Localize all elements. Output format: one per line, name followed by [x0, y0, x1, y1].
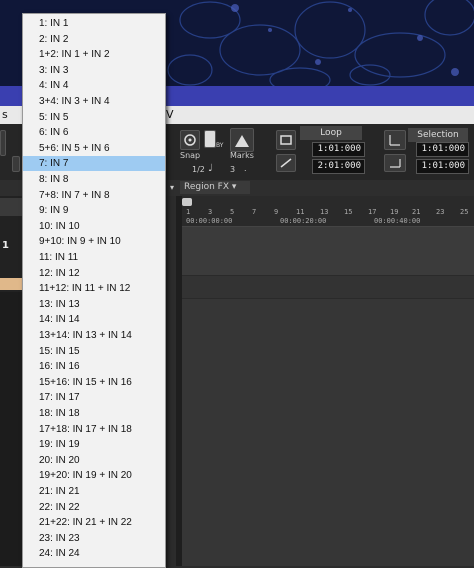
ruler-time-label: 00:00:20:00 [280, 217, 327, 225]
dropdown-option[interactable]: 16: IN 16 [23, 359, 165, 374]
note-icon: ♩ [208, 163, 213, 174]
chevron-down-icon[interactable]: ▾ [170, 183, 174, 192]
track-list-panel: 1 [0, 196, 24, 566]
dropdown-option[interactable]: 15: IN 15 [23, 344, 165, 359]
dropdown-option[interactable]: 13+14: IN 13 + IN 14 [23, 328, 165, 343]
ruler-bar-label: 25 [460, 208, 469, 216]
ruler-bar-label: 1 [186, 208, 191, 216]
marks-value[interactable]: 3 [230, 165, 235, 174]
marks-button[interactable] [230, 128, 254, 152]
dropdown-option[interactable]: 7: IN 7 [23, 156, 165, 172]
dropdown-option[interactable]: 10: IN 10 [23, 219, 165, 234]
selection-start-field[interactable]: 1:01:000 [416, 142, 469, 157]
ruler-bar-label: 9 [274, 208, 279, 216]
selection-title: Selection [408, 128, 468, 142]
dropdown-option[interactable]: 5+6: IN 5 + IN 6 [23, 141, 165, 156]
track-header-bar [0, 198, 24, 216]
toolbar-edge-button[interactable] [0, 130, 6, 156]
ruler-bar-label: 5 [230, 208, 235, 216]
ruler-bar-label: 17 [368, 208, 377, 216]
dropdown-option[interactable]: 11+12: IN 11 + IN 12 [23, 281, 165, 296]
dropdown-option[interactable]: 9: IN 9 [23, 203, 165, 218]
dropdown-option[interactable]: 1+2: IN 1 + IN 2 [23, 47, 165, 62]
ruler-bar-label: 13 [320, 208, 329, 216]
track-clips-area[interactable] [182, 227, 474, 566]
loop-toggle-button[interactable] [276, 130, 296, 150]
track-lane[interactable] [182, 276, 474, 299]
snap-label: Snap [180, 151, 201, 160]
ruler-bar-label: 11 [296, 208, 305, 216]
dropdown-option[interactable]: 15+16: IN 15 + IN 16 [23, 375, 165, 390]
timeline-ruler[interactable]: 1 3 5 7 9 11 13 15 17 19 21 23 25 00:00:… [182, 196, 474, 227]
dropdown-option[interactable]: 18: IN 18 [23, 406, 165, 421]
chevron-down-icon: ▾ [231, 182, 237, 192]
selection-start-icon [389, 135, 400, 146]
marks-label: Marks [230, 151, 254, 160]
dropdown-option[interactable]: 3: IN 3 [23, 63, 165, 78]
ruler-time-label: 00:00:00:00 [186, 217, 233, 225]
dropdown-option[interactable]: 6: IN 6 [23, 125, 165, 140]
dropdown-option[interactable]: 4: IN 4 [23, 78, 165, 93]
ruler-bar-label: 15 [344, 208, 353, 216]
dropdown-option[interactable]: 21: IN 21 [23, 484, 165, 499]
ruler-bar-label: 3 [208, 208, 213, 216]
dropdown-option[interactable]: 14: IN 14 [23, 312, 165, 327]
menu-item[interactable]: V [166, 108, 174, 121]
by-label: BY [216, 142, 224, 149]
dot-icon: . [244, 164, 247, 173]
dropdown-option[interactable]: 1: IN 1 [23, 16, 165, 31]
dropdown-option[interactable]: 19: IN 19 [23, 437, 165, 452]
dropdown-option[interactable]: 13: IN 13 [23, 297, 165, 312]
selection-start-button[interactable] [384, 130, 406, 150]
region-fx-menu[interactable]: Region FX ▾ [180, 181, 250, 194]
loop-end-button[interactable] [276, 154, 296, 172]
loop-end-icon [280, 158, 292, 168]
dropdown-option[interactable]: 9+10: IN 9 + IN 10 [23, 234, 165, 249]
selection-end-button[interactable] [384, 154, 406, 172]
dropdown-option[interactable]: 5: IN 5 [23, 110, 165, 125]
dropdown-option[interactable]: 7+8: IN 7 + IN 8 [23, 188, 165, 203]
ruler-time-label: 00:00:40:00 [374, 217, 421, 225]
menu-item[interactable]: s [2, 108, 8, 121]
track-color-strip [0, 278, 24, 290]
snap-toggle[interactable] [204, 130, 216, 148]
snap-value[interactable]: 1/2 [192, 165, 205, 174]
loop-icon [280, 135, 292, 145]
dropdown-option[interactable]: 19+20: IN 19 + IN 20 [23, 468, 165, 483]
track-lane[interactable] [182, 227, 474, 276]
dropdown-option[interactable]: 12: IN 12 [23, 266, 165, 281]
track-number: 1 [2, 240, 9, 251]
dropdown-option[interactable]: 2: IN 2 [23, 32, 165, 47]
dropdown-option[interactable]: 22: IN 22 [23, 500, 165, 515]
dropdown-option[interactable]: 23: IN 23 [23, 531, 165, 546]
ruler-bar-label: 23 [436, 208, 445, 216]
dropdown-option[interactable]: 8: IN 8 [23, 172, 165, 187]
dropdown-option[interactable]: 17+18: IN 17 + IN 18 [23, 422, 165, 437]
track-list-body [0, 292, 24, 566]
snap-icon [184, 134, 196, 146]
dropdown-option[interactable]: 17: IN 17 [23, 390, 165, 405]
dropdown-option[interactable]: 21+22: IN 21 + IN 22 [23, 515, 165, 530]
dropdown-option[interactable]: 3+4: IN 3 + IN 4 [23, 94, 165, 109]
selection-end-icon [390, 159, 401, 168]
ruler-bar-label: 19 [390, 208, 399, 216]
dropdown-option[interactable]: 11: IN 11 [23, 250, 165, 265]
marks-icon [235, 135, 249, 147]
loop-start-field[interactable]: 1:01:000 [312, 142, 365, 157]
dropdown-option[interactable]: 20: IN 20 [23, 453, 165, 468]
input-select-dropdown[interactable]: 1: IN 1 2: IN 2 1+2: IN 1 + IN 2 3: IN 3 4: … [22, 13, 166, 568]
loop-title: Loop [300, 126, 362, 140]
snap-button[interactable] [180, 130, 200, 150]
ruler-bar-label: 21 [412, 208, 421, 216]
dropdown-option[interactable]: 24: IN 24 [23, 546, 165, 561]
selection-end-field[interactable]: 1:01:000 [416, 159, 469, 174]
toolbar-small-button[interactable] [12, 156, 20, 172]
ruler-bar-label: 7 [252, 208, 257, 216]
region-fx-label: Region FX [184, 182, 230, 192]
playhead-marker[interactable] [182, 198, 192, 206]
loop-end-field[interactable]: 2:01:000 [312, 159, 365, 174]
